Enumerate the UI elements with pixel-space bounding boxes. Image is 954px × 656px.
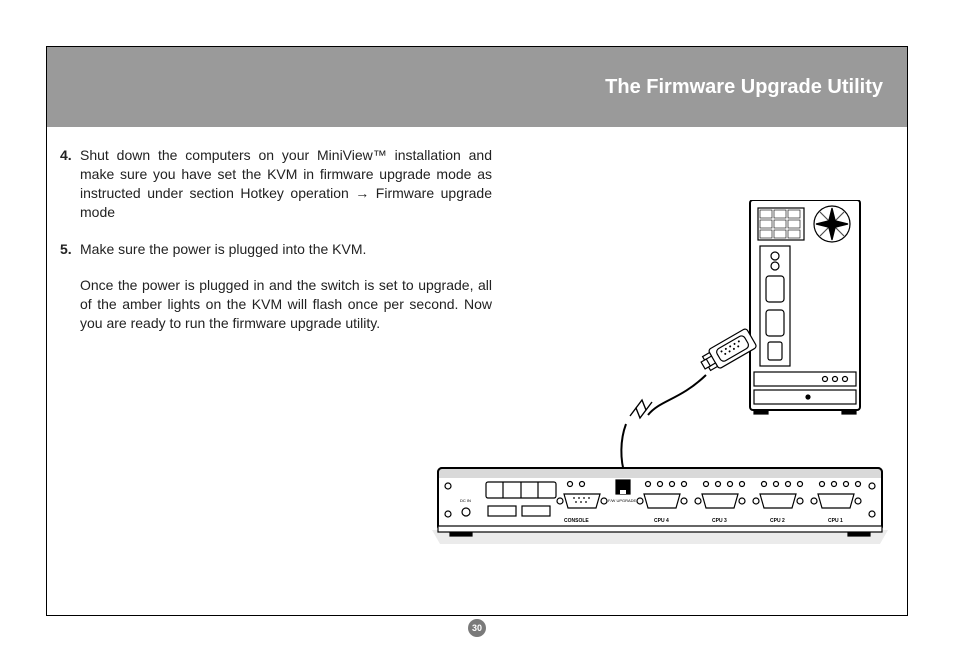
step-5: 5. Make sure the power is plugged into t… bbox=[60, 240, 492, 259]
svg-text:CPU 4: CPU 4 bbox=[654, 518, 669, 524]
kvm-switch-icon: DC IN CONSOLE bbox=[432, 468, 888, 544]
cable-connector-icon bbox=[698, 328, 757, 375]
pc-tower-icon bbox=[750, 200, 860, 414]
section-title: The Firmware Upgrade Utility bbox=[605, 76, 883, 99]
connection-diagram: DC IN CONSOLE bbox=[430, 200, 890, 560]
page-number-badge: 30 bbox=[468, 619, 486, 637]
svg-text:CPU 2: CPU 2 bbox=[770, 518, 785, 524]
instruction-column: 4. Shut down the computers on your MiniV… bbox=[60, 146, 492, 347]
step-4: 4. Shut down the computers on your MiniV… bbox=[60, 146, 492, 222]
cable-icon bbox=[621, 375, 706, 475]
page-number: 30 bbox=[472, 623, 482, 633]
section-banner: The Firmware Upgrade Utility bbox=[47, 47, 907, 127]
svg-text:CPU 3: CPU 3 bbox=[712, 518, 727, 524]
step-number: 5. bbox=[60, 240, 80, 259]
svg-text:F/W UPGRADE: F/W UPGRADE bbox=[608, 498, 637, 503]
svg-text:CONSOLE: CONSOLE bbox=[564, 518, 589, 524]
svg-text:DC IN: DC IN bbox=[460, 498, 471, 503]
step-number: 4. bbox=[60, 146, 80, 222]
svg-text:CPU 1: CPU 1 bbox=[828, 518, 843, 524]
